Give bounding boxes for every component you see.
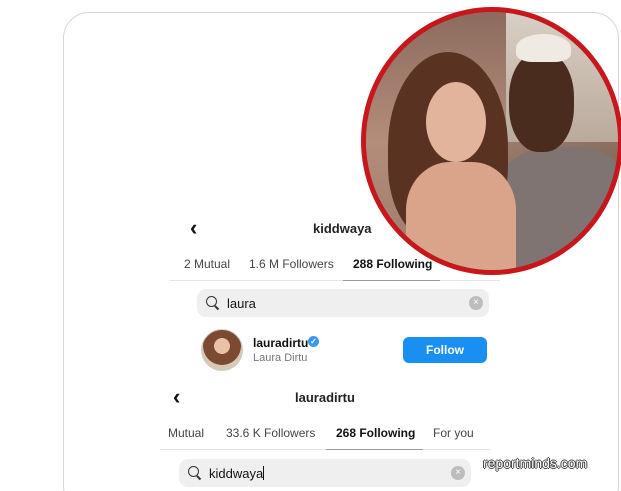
tabs-divider-2 — [160, 449, 490, 450]
verified-badge-icon: ✓ — [308, 336, 319, 347]
tab-mutual[interactable]: 2 Mutual — [184, 257, 230, 271]
tab-followers[interactable]: 1.6 M Followers — [249, 257, 334, 271]
tab-for-you[interactable]: For you — [433, 426, 474, 440]
follow-button[interactable]: Follow — [403, 337, 487, 363]
search-icon — [187, 465, 203, 481]
clear-icon[interactable]: × — [469, 296, 483, 310]
search-input-2[interactable]: kiddwaya × — [179, 459, 471, 487]
search-value-2: kiddwaya — [209, 465, 265, 481]
profile-title-2: lauradirtu — [295, 390, 355, 405]
result-username[interactable]: lauradirtu — [253, 336, 308, 350]
tab-following-2[interactable]: 268 Following — [336, 426, 415, 440]
active-tab-indicator-2 — [326, 449, 423, 450]
profile-title: kiddwaya — [313, 221, 372, 236]
active-tab-indicator — [343, 280, 440, 281]
search-input[interactable]: laura × — [197, 289, 489, 317]
watermark: reportminds.com — [483, 455, 588, 471]
back-chevron-icon[interactable]: ‹ — [190, 217, 197, 239]
tabs-divider — [170, 280, 500, 281]
couple-photo — [361, 7, 621, 275]
back-chevron-icon-2[interactable]: ‹ — [173, 386, 180, 408]
search-icon — [205, 295, 221, 311]
clear-icon[interactable]: × — [451, 466, 465, 480]
avatar[interactable] — [201, 329, 243, 371]
tab-followers-2[interactable]: 33.6 K Followers — [226, 426, 315, 440]
search-value: laura — [227, 295, 256, 311]
tab-mutual-2[interactable]: Mutual — [168, 426, 204, 440]
result-full-name: Laura Dirtu — [253, 352, 308, 364]
